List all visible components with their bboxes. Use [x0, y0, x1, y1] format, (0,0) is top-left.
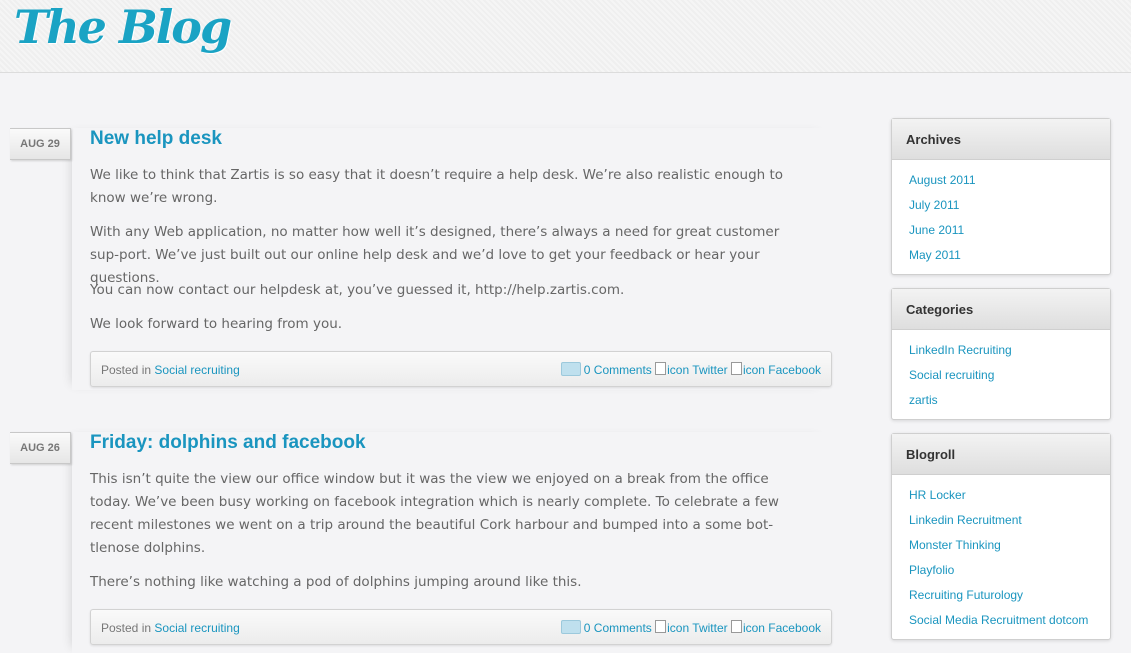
blogroll-link[interactable]: Linkedin Recruitment: [909, 513, 1022, 527]
list-item: Linkedin Recruitment: [909, 508, 1110, 533]
archive-link[interactable]: July 2011: [909, 198, 959, 212]
list-item: Recruiting Futurology: [909, 583, 1110, 608]
site-logo[interactable]: The Blog: [14, 0, 232, 54]
blogroll-link[interactable]: HR Locker: [909, 488, 966, 502]
blogroll-list: HR Locker Linkedin Recruitment Monster T…: [892, 475, 1110, 639]
category-link[interactable]: LinkedIn Recruiting: [909, 343, 1012, 357]
post-actions: 0 Comments icon Twitter icon Facebook: [560, 360, 821, 377]
comment-icon: [560, 362, 581, 376]
post-category-link[interactable]: Social recruiting: [154, 363, 239, 377]
post-meta-bar: Posted in Social recruiting 0 Comments i…: [90, 609, 832, 645]
list-item: zartis: [909, 388, 1110, 413]
categories-list: LinkedIn Recruiting Social recruiting za…: [892, 330, 1110, 419]
category-link[interactable]: zartis: [909, 393, 938, 407]
posted-in-label: Posted in: [101, 363, 152, 377]
blogroll-link[interactable]: Social Media Recruitment dotcom: [909, 613, 1088, 627]
list-item: Social recruiting: [909, 363, 1110, 388]
blogroll-link[interactable]: Playfolio: [909, 563, 954, 577]
widget-title: Blogroll: [892, 434, 1110, 475]
archives-widget: Archives August 2011 July 2011 June 2011…: [891, 118, 1111, 275]
twitter-link[interactable]: icon Twitter: [667, 363, 727, 377]
widget-title: Archives: [892, 119, 1110, 160]
comment-icon: [560, 620, 581, 634]
post-paragraph: We look forward to hearing from you.: [90, 316, 343, 332]
archive-link[interactable]: August 2011: [909, 173, 976, 187]
comments-link[interactable]: 0 Comments: [584, 621, 652, 635]
blogroll-link[interactable]: Recruiting Futurology: [909, 588, 1023, 602]
post-category-line: Posted in Social recruiting: [101, 363, 240, 377]
post-title[interactable]: New help desk: [90, 128, 222, 150]
post-paragraph: There’s nothing like watching a pod of d…: [90, 574, 582, 590]
twitter-icon: [655, 362, 667, 375]
blogroll-link[interactable]: Monster Thinking: [909, 538, 1001, 552]
post-paragraph: This isn’t quite the view our office win…: [90, 471, 779, 556]
category-link[interactable]: Social recruiting: [909, 368, 994, 382]
post-category-link[interactable]: Social recruiting: [154, 621, 239, 635]
twitter-link[interactable]: icon Twitter: [667, 621, 727, 635]
list-item: Playfolio: [909, 558, 1110, 583]
post-meta-bar: Posted in Social recruiting 0 Comments i…: [90, 351, 832, 387]
list-item: Monster Thinking: [909, 533, 1110, 558]
list-item: August 2011: [909, 168, 1110, 193]
comments-link[interactable]: 0 Comments: [584, 363, 652, 377]
archive-link[interactable]: June 2011: [909, 223, 964, 237]
facebook-link[interactable]: icon Facebook: [743, 363, 821, 377]
post-category-line: Posted in Social recruiting: [101, 621, 240, 635]
list-item: July 2011: [909, 193, 1110, 218]
post-date-badge: AUG 26: [10, 432, 71, 464]
post-paragraph: We like to think that Zartis is so easy …: [90, 167, 784, 206]
archive-link[interactable]: May 2011: [909, 248, 961, 262]
list-item: June 2011: [909, 218, 1110, 243]
facebook-icon: [730, 362, 742, 375]
posted-in-label: Posted in: [101, 621, 152, 635]
post-paragraph: You can now contact our helpdesk at, you…: [90, 282, 625, 298]
blogroll-widget: Blogroll HR Locker Linkedin Recruitment …: [891, 433, 1111, 640]
categories-widget: Categories LinkedIn Recruiting Social re…: [891, 288, 1111, 420]
list-item: May 2011: [909, 243, 1110, 268]
widget-title: Categories: [892, 289, 1110, 330]
list-item: LinkedIn Recruiting: [909, 338, 1110, 363]
facebook-link[interactable]: icon Facebook: [743, 621, 821, 635]
twitter-icon: [655, 620, 667, 633]
facebook-icon: [730, 620, 742, 633]
post-actions: 0 Comments icon Twitter icon Facebook: [560, 618, 821, 635]
post-date-badge: AUG 29: [10, 128, 71, 160]
list-item: Social Media Recruitment dotcom: [909, 608, 1110, 633]
archives-list: August 2011 July 2011 June 2011 May 2011: [892, 160, 1110, 274]
site-header: The Blog: [0, 0, 1131, 73]
list-item: HR Locker: [909, 483, 1110, 508]
post-title[interactable]: Friday: dolphins and facebook: [90, 432, 366, 454]
